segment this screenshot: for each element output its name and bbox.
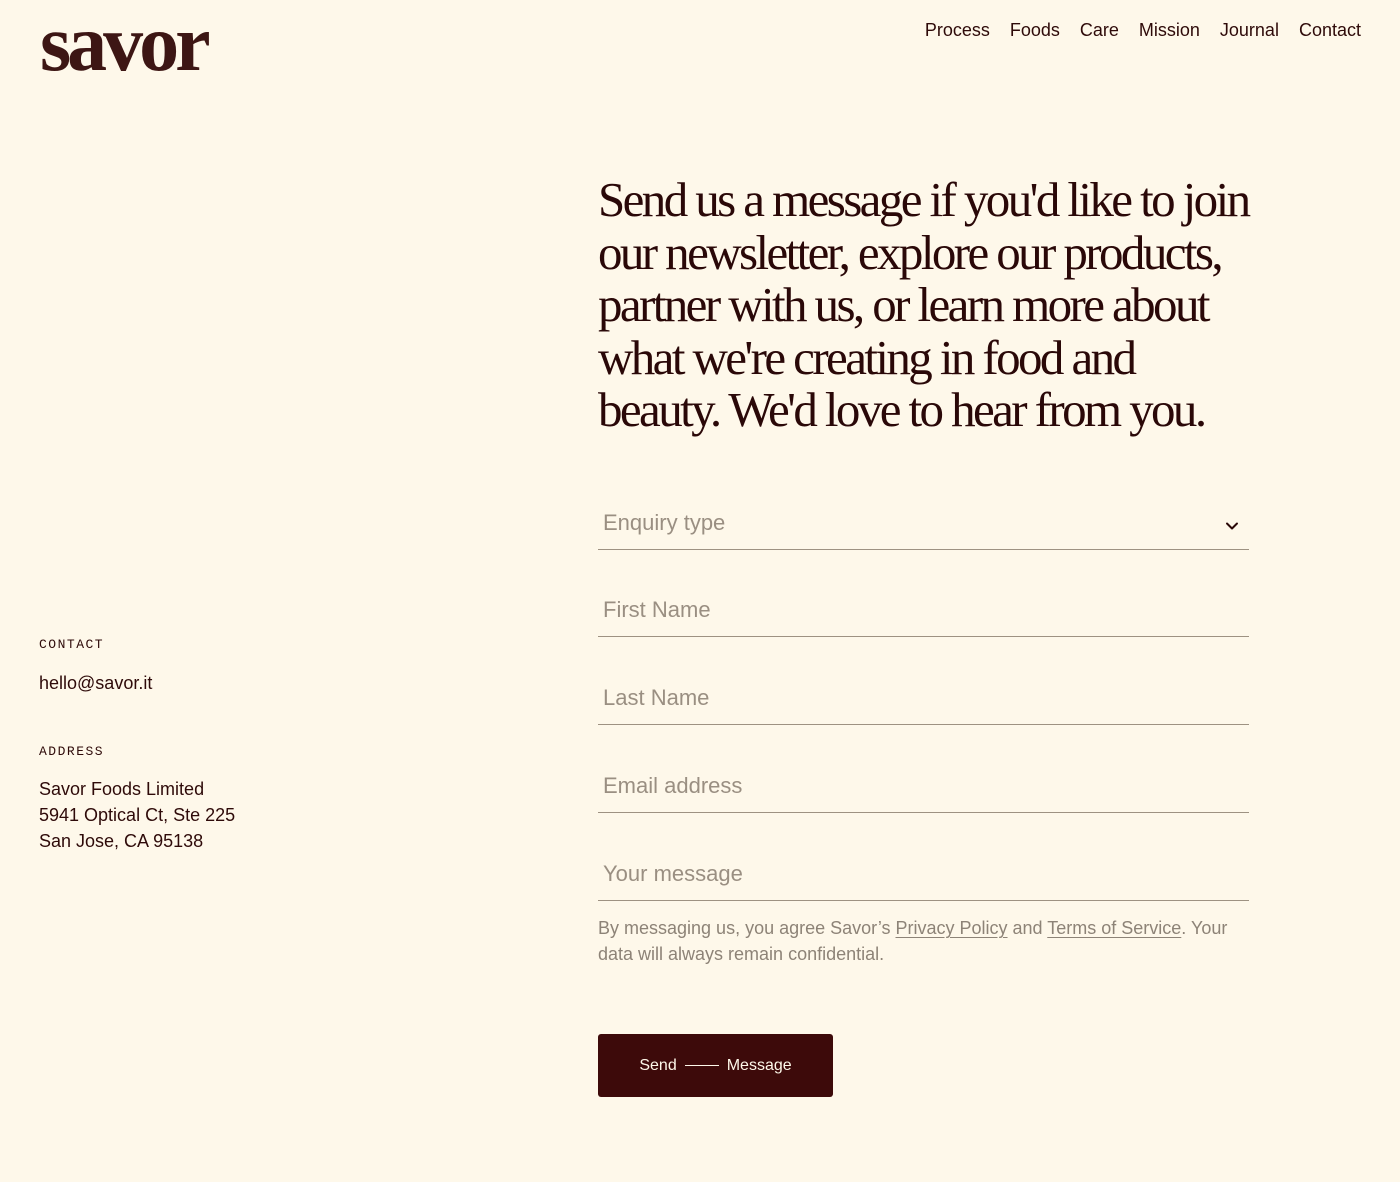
contact-label: CONTACT bbox=[39, 637, 105, 652]
consent-prefix: By messaging us, you agree Savor’s bbox=[598, 918, 896, 938]
first-name-input[interactable] bbox=[598, 594, 1249, 626]
address-line: 5941 Optical Ct, Ste 225 bbox=[39, 805, 236, 825]
nav-item-foods[interactable]: Foods bbox=[1010, 18, 1060, 42]
contact-email[interactable]: hello@savor.it bbox=[39, 670, 152, 696]
address-line: Savor Foods Limited bbox=[39, 779, 205, 799]
address-lines: Savor Foods Limited 5941 Optical Ct, Ste… bbox=[39, 776, 235, 854]
send-message-button[interactable]: Send Message bbox=[598, 1034, 833, 1097]
message-input[interactable] bbox=[598, 858, 1249, 890]
terms-of-service-link[interactable]: Terms of Service bbox=[1047, 918, 1181, 938]
address-line: San Jose, CA 95138 bbox=[39, 831, 204, 851]
nav-item-journal[interactable]: Journal bbox=[1220, 18, 1279, 42]
nav-item-care[interactable]: Care bbox=[1080, 18, 1119, 42]
first-name-row bbox=[598, 584, 1249, 637]
nav-item-mission[interactable]: Mission bbox=[1139, 18, 1200, 42]
savor-logo[interactable]: savor bbox=[40, 4, 211, 84]
message-row bbox=[598, 848, 1249, 901]
email-input[interactable] bbox=[598, 770, 1249, 802]
enquiry-type-value[interactable]: Enquiry type bbox=[598, 507, 1249, 539]
page-headline: Send us a message if you'd like to join … bbox=[598, 172, 1251, 437]
contact-form: Enquiry type bbox=[598, 497, 1249, 936]
address-info: ADDRESS Savor Foods Limited 5941 Optical… bbox=[39, 744, 235, 854]
email-row bbox=[598, 760, 1249, 813]
message-label: Message bbox=[726, 1056, 792, 1074]
nav-item-contact[interactable]: Contact bbox=[1299, 18, 1361, 42]
nav-item-process[interactable]: Process bbox=[925, 18, 990, 42]
last-name-input[interactable] bbox=[598, 682, 1249, 714]
address-label: ADDRESS bbox=[39, 744, 105, 759]
main-nav: Process Foods Care Mission Journal Conta… bbox=[925, 18, 1361, 42]
enquiry-type-select[interactable]: Enquiry type bbox=[598, 497, 1249, 550]
consent-and: and bbox=[1007, 918, 1048, 938]
dash-divider bbox=[684, 1065, 719, 1066]
privacy-policy-link[interactable]: Privacy Policy bbox=[896, 918, 1008, 938]
send-label: Send bbox=[639, 1056, 677, 1074]
chevron-down-icon[interactable] bbox=[1225, 519, 1239, 533]
last-name-row bbox=[598, 672, 1249, 725]
contact-info: CONTACT hello@savor.it bbox=[39, 637, 152, 696]
consent-text: By messaging us, you agree Savor’s Priva… bbox=[598, 915, 1238, 967]
